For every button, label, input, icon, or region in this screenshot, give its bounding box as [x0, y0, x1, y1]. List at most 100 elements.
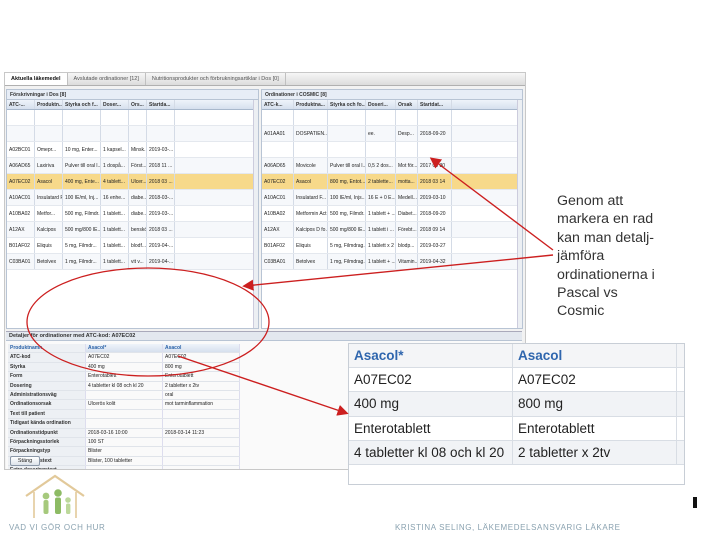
table-cell: 1 dospå... [101, 158, 129, 173]
vertical-scrollbar[interactable] [517, 100, 522, 328]
table-cell: vit v... [129, 254, 147, 269]
column-header[interactable]: Startda... [147, 100, 175, 109]
table-cell: 0,5 2 dos... [366, 158, 396, 173]
table-cell: A12AX [262, 222, 294, 237]
table-cell: Insulatard F... [294, 190, 328, 205]
table-row[interactable]: A10BA02 Metformin Act... 500 mg, Filmdr...… [262, 206, 522, 222]
table-cell: C03BA01 [7, 254, 35, 269]
column-header[interactable]: Orsak [396, 100, 418, 109]
detail-row: Ordinationstidpunkt 2018-03-16 10:00 2018-… [8, 428, 240, 438]
zoom-cell: 800 mg [513, 392, 677, 416]
table-cell: 1 tablett... [101, 238, 129, 253]
table-row[interactable]: A10AC01Insulatard F...100 IE/ml, Inj...1… [7, 190, 258, 206]
table-cell [7, 126, 35, 141]
table-cell: blodp... [396, 238, 418, 253]
column-header[interactable]: Produktna... [294, 100, 328, 109]
table-cell: Asacol [35, 174, 63, 189]
table-row[interactable]: A02BC01 Omepr... 10 mg, Enter... 1 kapsel..… [7, 142, 258, 158]
table-cell [396, 142, 418, 157]
table-cell: 500 mg/800 IE... [63, 222, 101, 237]
column-header[interactable]: Styrka och fo... [328, 100, 366, 109]
close-button[interactable]: Stäng [10, 456, 40, 466]
zoom-cell: Enterotablett [349, 416, 513, 440]
table-cell: 2019-03-... [147, 142, 175, 157]
table-row[interactable]: A10BA02 Metfor... 500 mg, Filmdr... 1 table… [7, 206, 258, 222]
table-cell: 1 tablett + ... [366, 206, 396, 221]
detail-value [163, 419, 240, 428]
table-row[interactable]: B01AF02 Eliquis 5 mg, Filmdrag... 1 tablett… [262, 238, 522, 254]
table-cell: Förebt... [396, 222, 418, 237]
table-row[interactable]: C03BA01 Betolvex 1 mg, Filmdr... 1 tablett.… [7, 254, 258, 270]
empty-row [7, 126, 258, 142]
table-cell: 2019-04-... [147, 238, 175, 253]
table-row[interactable]: A12AX Kalcipos D fo... 500 mg/800 IE... 1 t… [262, 222, 522, 238]
zoom-cell: 400 mg [349, 392, 513, 416]
vertical-scrollbar[interactable] [253, 100, 258, 328]
table-cell: 100 IE/ml, Injs... [328, 190, 366, 205]
table-cell [129, 110, 147, 125]
table-cell [366, 142, 396, 157]
column-header[interactable]: ATC-... [7, 100, 35, 109]
table-cell [147, 110, 175, 125]
table-row[interactable]: C03BA01 Betolvex 1 mg, Filmdrag... 1 tablet… [262, 254, 522, 270]
grid-body: A01AA01 DOSPATIEN... ee. Desp... 2018-09-20 A… [262, 110, 522, 270]
table-cell: diabe... [129, 206, 147, 221]
detail-value: mot tarminflammation [163, 400, 240, 409]
column-header[interactable]: ATC-k... [262, 100, 294, 109]
table-cell: B01AF02 [7, 238, 35, 253]
table-cell [262, 110, 294, 125]
detail-value: Ulcerös kolit [86, 400, 163, 409]
table-cell [35, 126, 63, 141]
zoom-header-row: Asacol* Asacol [349, 344, 684, 369]
table-cell [294, 110, 328, 125]
tab-2[interactable]: Nutritionsprodukter och förbrukningsarti… [146, 73, 286, 85]
detail-value [86, 466, 163, 469]
table-cell: 1 mg, Filmdr... [63, 254, 101, 269]
table-row[interactable]: A07EC02 Asacol 400 mg, Ente... 4 tablett...… [7, 174, 258, 190]
detail-value: A07EC02 [86, 353, 163, 362]
table-cell: Diabet... [396, 206, 418, 221]
zoom-cell: A07EC02 [513, 368, 677, 392]
column-header[interactable]: Doser... [101, 100, 129, 109]
table-row[interactable]: A07EC02 Asacol 800 mg, Entot... 2 tablette.… [262, 174, 522, 190]
table-cell: 2018 11 ... [147, 158, 175, 173]
detail-label: Ordinationstidpunkt [8, 428, 86, 437]
dos-prescriptions-grid: Förskrivningar i Dos [8] ATC-... Produktn… [6, 89, 259, 329]
table-cell: 2019-03-... [147, 206, 175, 221]
table-cell: 1 tablett i ... [366, 222, 396, 237]
table-cell [418, 142, 452, 157]
detail-value: Enterotablett [163, 372, 240, 381]
detail-value [163, 466, 240, 469]
table-cell: Betolvex [294, 254, 328, 269]
tab-1[interactable]: Avslutade ordinationer [12] [68, 73, 146, 85]
table-row[interactable]: A06AD65 Laxiriva Pulver till oral l... 1 do… [7, 158, 258, 174]
detail-value: Blister [86, 447, 163, 456]
column-header[interactable]: Styrka och f... [63, 100, 101, 109]
table-cell: 2018 03 ... [147, 222, 175, 237]
detail-label: Dosering [8, 381, 86, 390]
zoom-header-cell: Asacol* [349, 344, 513, 368]
table-row[interactable]: A12AX Kalcipos 500 mg/800 IE... 1 tablett..… [7, 222, 258, 238]
table-cell [101, 126, 129, 141]
table-cell: Desp... [396, 126, 418, 141]
column-header[interactable]: Doseri... [366, 100, 396, 109]
table-cell: 400 mg, Ente... [63, 174, 101, 189]
table-row[interactable]: A01AA01 DOSPATIEN... ee. Desp... 2018-09-20 [262, 126, 522, 142]
table-cell: 1 tablett + ... [366, 254, 396, 269]
column-header[interactable]: Produktn... [35, 100, 63, 109]
table-cell: 2019-03-27 [418, 238, 452, 253]
table-cell: A07EC02 [7, 174, 35, 189]
detail-value: 2018-03-16 10:00 [86, 428, 163, 437]
table-cell: A02BC01 [7, 142, 35, 157]
table-cell: Vitamin... [396, 254, 418, 269]
table-row[interactable]: B01AF02 Eliquis 5 mg, Filmdr... 1 tablett..… [7, 238, 258, 254]
table-cell: 2 tablette... [366, 174, 396, 189]
zoom-row: A07EC02 A07EC02 [349, 368, 684, 393]
tab-0[interactable]: Aktuella läkemedel [5, 73, 68, 85]
table-cell [294, 142, 328, 157]
column-header[interactable]: Startdat... [418, 100, 452, 109]
column-header[interactable]: Ors... [129, 100, 147, 109]
table-cell: Medell... [396, 190, 418, 205]
table-row[interactable]: A10AC01 Insulatard F... 100 IE/ml, Injs...… [262, 190, 522, 206]
table-row[interactable]: A06AD65 Movicole Pulver till oral l... 0,5 … [262, 158, 522, 174]
